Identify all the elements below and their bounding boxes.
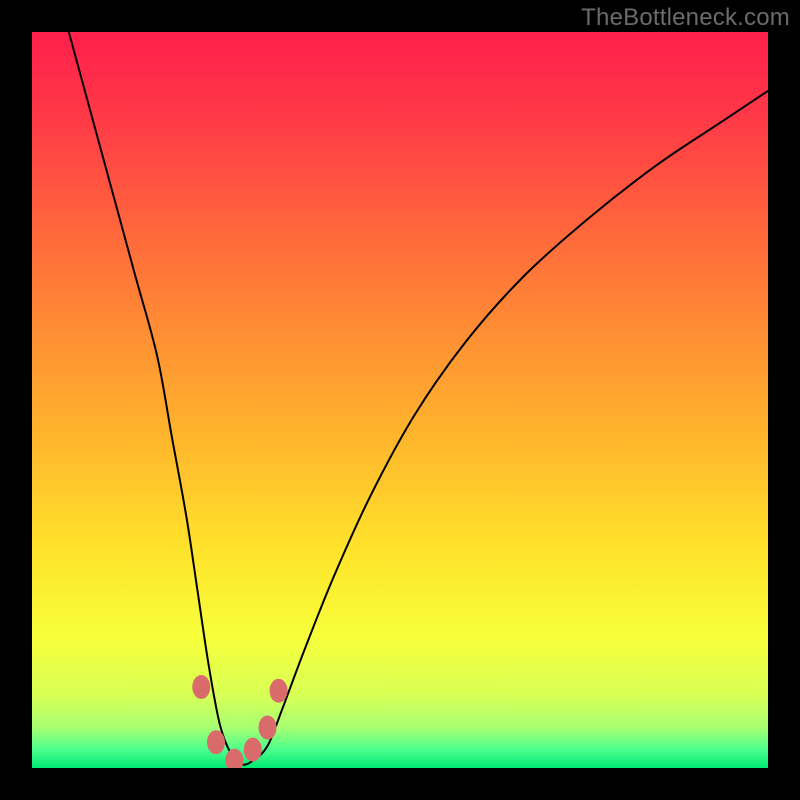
chart-frame — [32, 32, 768, 768]
curve-marker — [270, 679, 288, 703]
curve-marker — [244, 738, 262, 762]
gradient-rect — [32, 32, 768, 768]
curve-marker — [259, 716, 277, 740]
bottleneck-plot — [32, 32, 768, 768]
curve-marker — [192, 675, 210, 699]
curve-marker — [207, 730, 225, 754]
watermark-text: TheBottleneck.com — [581, 4, 790, 32]
